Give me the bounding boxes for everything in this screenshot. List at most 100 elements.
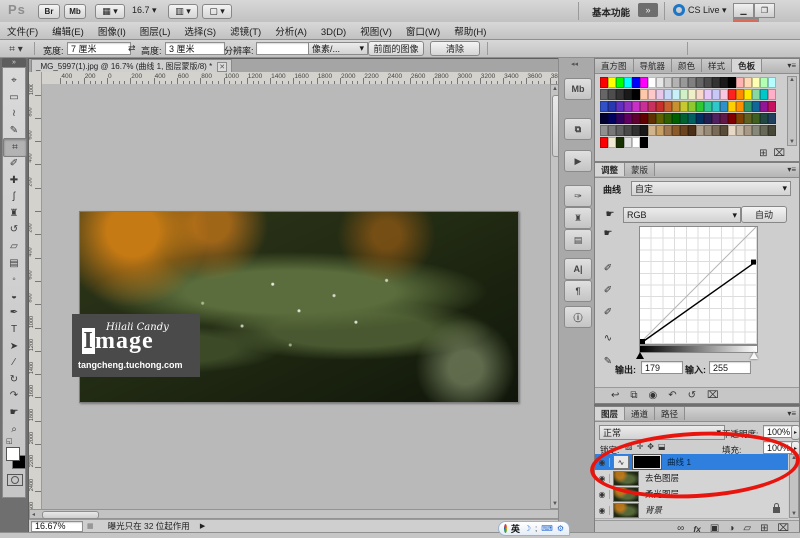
color-swatch[interactable] [680, 77, 688, 88]
color-swatch[interactable] [752, 89, 760, 100]
color-swatch[interactable] [704, 113, 712, 124]
ime-language-toggle[interactable]: 英 [511, 522, 520, 535]
color-swatch[interactable] [752, 125, 760, 136]
tool-presets-panel-icon[interactable]: ♜ [564, 207, 592, 229]
eraser-tool-icon[interactable]: ▱ [3, 238, 25, 255]
pen-tool-icon[interactable]: ✒ [3, 304, 25, 321]
quick-selection-tool-icon[interactable]: ✎ [3, 122, 25, 139]
menu-item-文件[interactable]: 文件(F) [0, 22, 45, 40]
panel-menu-icon[interactable]: ▾≡ [787, 165, 796, 174]
foreground-color-swatch[interactable] [6, 447, 20, 461]
color-swatch[interactable] [672, 125, 680, 136]
close-tab-icon[interactable]: ✕ [217, 61, 228, 72]
color-swatch[interactable] [768, 125, 776, 136]
black-point-eyedropper-icon[interactable]: ✐ [601, 261, 615, 275]
color-swatch[interactable] [688, 101, 696, 112]
layer-mask-thumbnail[interactable] [632, 454, 662, 470]
hand-tool-icon[interactable]: ☛ [3, 404, 25, 421]
scroll-left-icon[interactable]: ◂ [32, 511, 35, 518]
color-swatch[interactable] [744, 101, 752, 112]
clone-stamp-tool-icon[interactable]: ♜ [3, 205, 25, 222]
color-swatch[interactable] [704, 125, 712, 136]
color-swatch[interactable] [736, 113, 744, 124]
curve-edit-icon[interactable]: ∿ [601, 331, 615, 345]
adjustments-tab-蒙版[interactable]: 蒙版 [625, 163, 656, 176]
color-swatch[interactable] [688, 77, 696, 88]
lasso-tool-icon[interactable]: ≀ [3, 105, 25, 122]
targeted-adjustment-icon[interactable]: ☛ [603, 207, 617, 221]
front-image-button[interactable]: 前面的图像 [368, 41, 424, 56]
color-swatch[interactable] [720, 113, 728, 124]
color-swatch[interactable] [728, 89, 736, 100]
lock-pixels-icon[interactable]: ✛ [637, 442, 644, 451]
lock-all-icon[interactable]: ⬓ [658, 442, 666, 451]
layers-tab-通道[interactable]: 通道 [625, 407, 656, 420]
white-point-slider[interactable] [750, 352, 758, 359]
layer-row[interactable]: ◉ ∿ 曲线 1 [595, 454, 788, 471]
color-swatch[interactable] [600, 113, 608, 124]
color-swatch[interactable] [608, 77, 616, 88]
color-swatch[interactable] [600, 77, 608, 88]
color-swatch[interactable] [648, 77, 656, 88]
channel-select[interactable]: RGB ▾ [623, 207, 741, 223]
horizontal-scrollbar[interactable]: ◂ [29, 509, 561, 519]
color-swatch[interactable] [600, 101, 608, 112]
panel-menu-icon[interactable]: ▾≡ [787, 409, 796, 418]
color-swatch[interactable] [728, 125, 736, 136]
new-swatch-icon[interactable]: ⊞ [759, 148, 767, 159]
color-swatch[interactable] [664, 77, 672, 88]
color-swatch[interactable] [752, 101, 760, 112]
swatches-tab-导航器[interactable]: 导航器 [633, 59, 673, 72]
color-swatch[interactable] [656, 77, 664, 88]
color-swatch[interactable] [632, 89, 640, 100]
panel-menu-icon[interactable]: ▾≡ [787, 61, 796, 70]
color-swatch[interactable] [640, 101, 648, 112]
color-swatch[interactable] [768, 113, 776, 124]
color-swatch[interactable] [624, 101, 632, 112]
color-swatch[interactable] [712, 125, 720, 136]
color-swatch[interactable] [600, 125, 608, 136]
layer-row[interactable]: ◉ 去色图层 [595, 470, 788, 487]
resolution-input[interactable] [256, 42, 312, 55]
color-swatch[interactable] [672, 77, 680, 88]
marquee-tool-icon[interactable]: ▭ [3, 89, 25, 106]
color-swatch[interactable] [656, 125, 664, 136]
color-swatch[interactable] [616, 101, 624, 112]
color-swatch[interactable] [608, 89, 616, 100]
color-swatch[interactable] [656, 113, 664, 124]
blur-tool-icon[interactable]: ◦ [3, 271, 25, 288]
color-swatch[interactable] [632, 77, 640, 88]
orbit-3d-tool-icon[interactable]: ↷ [3, 387, 25, 404]
menu-item-图像[interactable]: 图像(I) [91, 22, 133, 40]
layer-visibility-icon[interactable]: ◉ [595, 505, 610, 515]
color-swatch[interactable] [712, 89, 720, 100]
color-swatch[interactable] [696, 101, 704, 112]
color-swatch[interactable] [600, 137, 608, 148]
restore-button[interactable]: ❐ [754, 3, 775, 18]
gray-point-eyedropper-icon[interactable]: ✐ [601, 283, 615, 297]
color-swatch[interactable] [760, 89, 768, 100]
opacity-spinner[interactable]: ▸ [791, 425, 800, 440]
color-swatch[interactable] [712, 77, 720, 88]
color-swatch[interactable] [648, 89, 656, 100]
bridge-button[interactable]: Br [38, 4, 60, 19]
menu-item-分析[interactable]: 分析(A) [268, 22, 314, 40]
layers-tab-图层[interactable]: 图层 [595, 407, 626, 420]
workspace-more-button[interactable]: » [638, 3, 658, 17]
color-swatch[interactable] [688, 125, 696, 136]
layers-scrollbar[interactable]: ▲ ▼ [789, 454, 799, 518]
status-zoom-field[interactable]: 16.67% [31, 520, 83, 532]
ime-toolbar[interactable]: 英 ☽ ; ⌨ ⚙ [498, 521, 570, 536]
color-swatch[interactable] [760, 101, 768, 112]
color-swatch[interactable] [648, 113, 656, 124]
clear-button[interactable]: 清除 [430, 41, 480, 56]
auto-button[interactable]: 自动 [741, 206, 787, 223]
lock-transparency-icon[interactable]: ▨ [625, 442, 633, 451]
color-swatch[interactable] [640, 89, 648, 100]
layer-thumbnail[interactable] [613, 470, 639, 486]
layer-visibility-icon[interactable]: ◉ [595, 473, 610, 483]
color-swatch[interactable] [720, 125, 728, 136]
color-swatch[interactable] [616, 125, 624, 136]
blend-mode-select[interactable]: 正常 ▾ [599, 425, 725, 440]
color-swatch[interactable] [624, 113, 632, 124]
